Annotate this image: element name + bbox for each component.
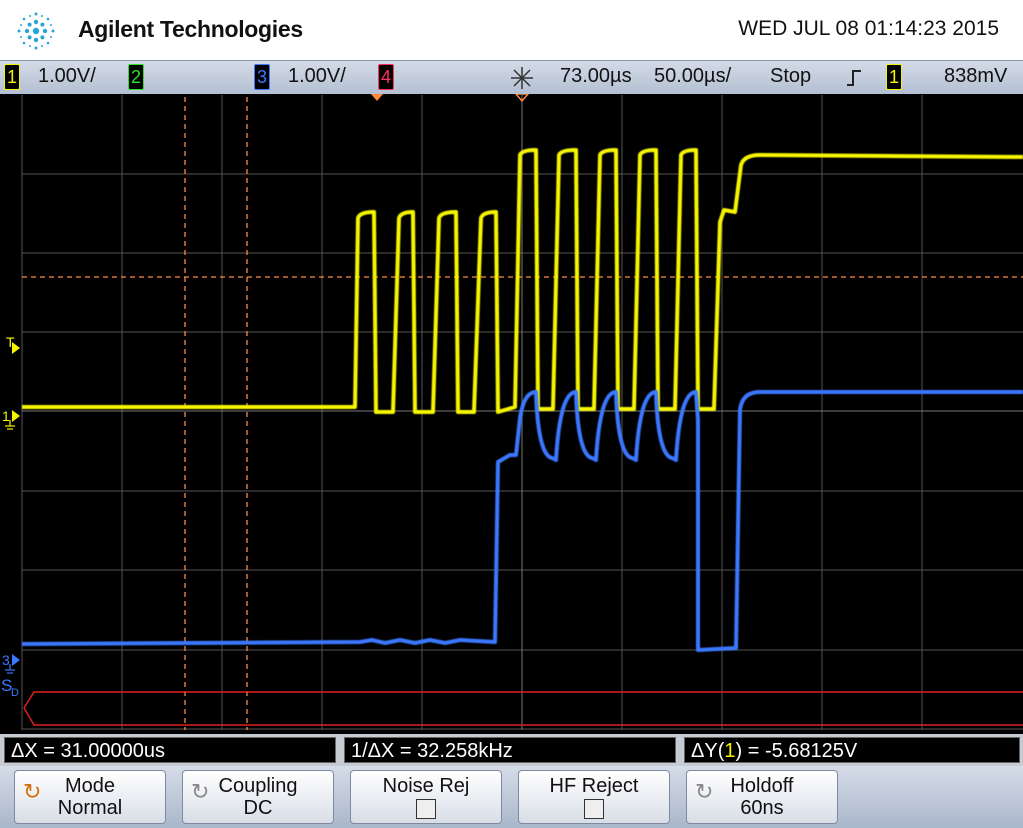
serial-decode-marker-sub: D	[11, 687, 19, 699]
delta-y-channel: 1	[724, 740, 736, 762]
coupling-softkey[interactable]: ↻ Coupling DC	[182, 770, 334, 824]
noise-reject-checkbox[interactable]	[416, 799, 436, 819]
rotate-knob-icon: ↻	[23, 779, 42, 804]
delta-y-readout: ΔY(1) = -5.68125V	[684, 737, 1020, 763]
measurement-bar: ΔX = 31.00000us 1/ΔX = 32.258kHz ΔY(1) =…	[0, 734, 1023, 766]
agilent-logo-icon	[17, 12, 55, 50]
serial-decode-bar	[23, 691, 1023, 726]
holdoff-softkey[interactable]: ↻ Holdoff 60ns	[686, 770, 838, 824]
delta-y-value: ) = -5.68125V	[735, 740, 858, 762]
channel-3-scale[interactable]: 1.00V/	[288, 65, 346, 88]
channel-3-badge[interactable]: 3	[254, 64, 270, 90]
noise-reject-title: Noise Rej	[382, 775, 470, 797]
waveform-canvas: T 1 3 S D	[1, 94, 1023, 730]
title-bar: Agilent Technologies WED JUL 08 01:14:23…	[0, 0, 1023, 60]
hf-reject-softkey[interactable]: HF Reject	[518, 770, 670, 824]
rising-edge-icon	[847, 70, 861, 86]
brand-name: Agilent Technologies	[78, 16, 303, 42]
softkey-bar: ↻ Mode Normal ↻ Coupling DC Noise Rej HF…	[0, 766, 1023, 828]
run-state[interactable]: Stop	[770, 65, 811, 88]
channel-3-ground-arrow-icon	[12, 654, 20, 666]
channel-1-ground-arrow-icon	[12, 410, 20, 422]
trigger-delay[interactable]: 73.00µs	[560, 65, 632, 88]
trigger-level-arrow-icon	[12, 342, 20, 354]
channel-1-ground-marker: 1	[2, 408, 10, 424]
status-bar: 1 1.00V/ 2 3 1.00V/ 4 73.00µs 50.00µs/ S…	[0, 60, 1023, 95]
noise-reject-softkey[interactable]: Noise Rej	[350, 770, 502, 824]
channel-3-ground-marker: 3	[2, 652, 10, 668]
trigger-level[interactable]: 838mV	[944, 65, 1007, 88]
inverse-delta-x-readout: 1/ΔX = 32.258kHz	[344, 737, 676, 763]
rotate-knob-icon: ↻	[695, 779, 714, 804]
waveform-display[interactable]: T 1 3 S D	[0, 94, 1023, 734]
date-time: WED JUL 08 01:14:23 2015	[738, 17, 999, 40]
channel-4-badge[interactable]: 4	[378, 64, 394, 90]
channel-2-badge[interactable]: 2	[128, 64, 144, 90]
hf-reject-checkbox[interactable]	[584, 799, 604, 819]
channel-1-scale[interactable]: 1.00V/	[38, 65, 96, 88]
rotate-knob-icon: ↻	[191, 779, 210, 804]
delta-y-prefix: ΔY(	[691, 740, 725, 762]
channel-1-badge[interactable]: 1	[4, 64, 20, 90]
delta-x-readout: ΔX = 31.00000us	[4, 737, 336, 763]
trigger-delay-icon	[511, 67, 533, 89]
trigger-position-marker[interactable]	[371, 94, 383, 101]
hf-reject-title: HF Reject	[549, 775, 639, 797]
trigger-source-badge[interactable]: 1	[886, 64, 902, 90]
mode-softkey[interactable]: ↻ Mode Normal	[14, 770, 166, 824]
timebase-scale[interactable]: 50.00µs/	[654, 65, 731, 88]
